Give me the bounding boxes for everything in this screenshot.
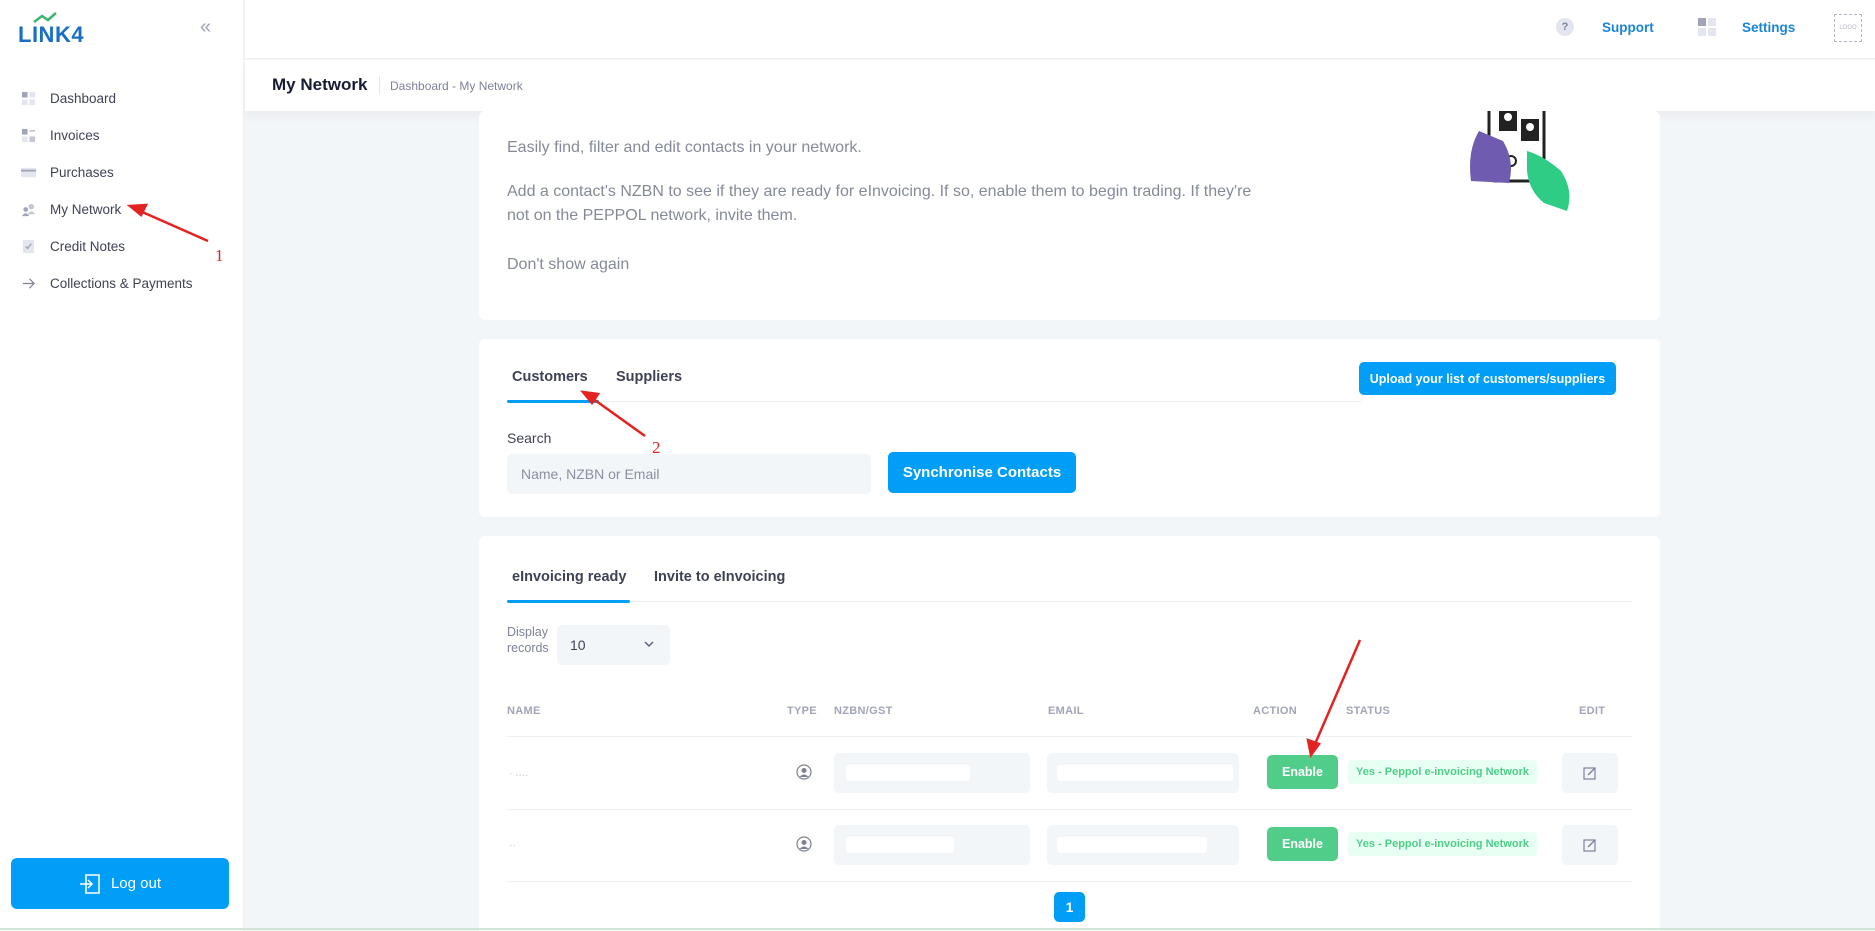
sidebar-item-label: Purchases [50, 165, 114, 180]
dashboard-icon [20, 91, 36, 107]
row-divider [507, 736, 1633, 737]
edit-icon [1583, 839, 1596, 852]
support-label: Support [1602, 19, 1654, 35]
person-icon [796, 764, 812, 780]
contact-name-redacted[interactable]: · ‥‥ [509, 768, 528, 779]
search-label: Search [507, 430, 552, 446]
bottom-border [0, 928, 1875, 930]
upload-contacts-button[interactable]: Upload your list of customers/suppliers [1359, 362, 1616, 395]
double-chevron-left-icon[interactable]: « [200, 16, 211, 39]
intro-card: Easily find, filter and edit contacts in… [479, 111, 1660, 320]
sidebar-nav: Dashboard Invoices Purchases My Network … [0, 80, 244, 302]
help-icon: ? [1556, 18, 1574, 36]
logout-label: Log out [110, 875, 162, 892]
app-logo[interactable]: LINK4 [18, 12, 88, 47]
top-header: ? Support Settings LOGO [245, 0, 1875, 59]
status-badge: Yes - Peppol e-invoicing Network [1348, 832, 1537, 856]
column-header-nzbn: NZBN/GST [834, 705, 893, 717]
row-divider [507, 881, 1633, 882]
tab-customers[interactable]: Customers [512, 369, 588, 385]
display-records-select[interactable]: 10 [557, 625, 670, 665]
card-icon [20, 165, 36, 181]
contact-name-redacted[interactable]: ‥ [509, 838, 516, 849]
contacts-card: Customers Suppliers Upload your list of … [479, 339, 1660, 517]
column-header-email: EMAIL [1048, 705, 1084, 717]
column-header-status: STATUS [1346, 705, 1391, 717]
column-header-type: TYPE [787, 705, 817, 717]
annotation-label-1: 1 [215, 246, 224, 265]
tab-divider [507, 601, 1633, 602]
sidebar-item-credit-notes[interactable]: Credit Notes [0, 228, 244, 265]
row-divider [507, 809, 1633, 810]
credit-note-icon [20, 239, 36, 255]
column-header-edit: EDIT [1579, 705, 1606, 717]
edit-button[interactable] [1562, 753, 1618, 793]
sidebar-item-dashboard[interactable]: Dashboard [0, 80, 244, 117]
edit-button[interactable] [1562, 825, 1618, 865]
logo-text: LINK4 [18, 22, 85, 47]
edit-icon [1583, 767, 1596, 780]
tab-invite-to-einvoicing[interactable]: Invite to eInvoicing [654, 569, 785, 585]
dont-show-again-link[interactable]: Don't show again [507, 256, 629, 274]
intro-text-1: Easily find, filter and edit contacts in… [507, 139, 862, 156]
enable-button[interactable]: Enable [1267, 827, 1338, 861]
invoice-icon [20, 128, 36, 144]
breadcrumb: Dashboard - My Network [390, 79, 523, 93]
column-header-action: ACTION [1253, 705, 1297, 717]
column-header-name: NAME [507, 705, 541, 717]
status-badge: Yes - Peppol e-invoicing Network [1348, 760, 1537, 784]
annotation-label-2: 2 [652, 438, 661, 457]
active-tab-indicator [507, 600, 630, 603]
display-records-label: Display records [507, 625, 549, 655]
enable-button[interactable]: Enable [1267, 755, 1338, 789]
logout-icon [79, 873, 100, 894]
active-tab-indicator [507, 400, 599, 403]
synchronise-contacts-button[interactable]: Synchronise Contacts [888, 452, 1076, 493]
person-icon [796, 836, 812, 852]
nzbn-field[interactable] [834, 753, 1030, 793]
logout-button[interactable]: Log out [11, 858, 229, 909]
sidebar-item-label: Invoices [50, 128, 100, 143]
support-link[interactable]: ? Support [1556, 18, 1654, 36]
sidebar-item-collections-payments[interactable]: Collections & Payments [0, 265, 244, 302]
subheader: My Network Dashboard - My Network [245, 60, 1875, 111]
sidebar-item-invoices[interactable]: Invoices [0, 117, 244, 154]
sidebar-item-label: My Network [50, 202, 122, 217]
chevron-down-icon [644, 641, 654, 648]
pagination-page-button[interactable]: 1 [1054, 892, 1085, 922]
email-field[interactable] [1047, 825, 1239, 865]
settings-link[interactable]: Settings [1698, 18, 1795, 36]
phone-illustration-icon [1470, 111, 1570, 211]
display-records-value: 10 [570, 637, 586, 653]
intro-text-2: Add a contact's NZBN to see if they are … [507, 183, 1252, 224]
tab-divider [507, 401, 1362, 402]
settings-label: Settings [1742, 19, 1796, 35]
tab-einvoicing-ready[interactable]: eInvoicing ready [512, 569, 626, 585]
company-logo-placeholder[interactable]: LOGO [1834, 14, 1862, 42]
sidebar-item-my-network[interactable]: My Network [0, 191, 244, 228]
email-field[interactable] [1047, 753, 1239, 793]
arrow-right-icon [20, 276, 36, 292]
network-icon [20, 202, 36, 218]
sidebar-item-label: Collections & Payments [50, 276, 193, 291]
einvoicing-card: eInvoicing ready Invite to eInvoicing Di… [479, 536, 1660, 931]
settings-grid-icon [1698, 18, 1716, 36]
sidebar-item-label: Credit Notes [50, 239, 126, 254]
page-title: My Network [272, 75, 368, 94]
sidebar-item-purchases[interactable]: Purchases [0, 154, 244, 191]
breadcrumb-separator [379, 76, 380, 94]
sidebar-item-label: Dashboard [50, 91, 117, 106]
sidebar: LINK4 « Dashboard Invoices Purchases My [0, 0, 244, 931]
tab-suppliers[interactable]: Suppliers [616, 369, 682, 385]
search-input[interactable] [507, 454, 871, 494]
nzbn-field[interactable] [834, 825, 1030, 865]
